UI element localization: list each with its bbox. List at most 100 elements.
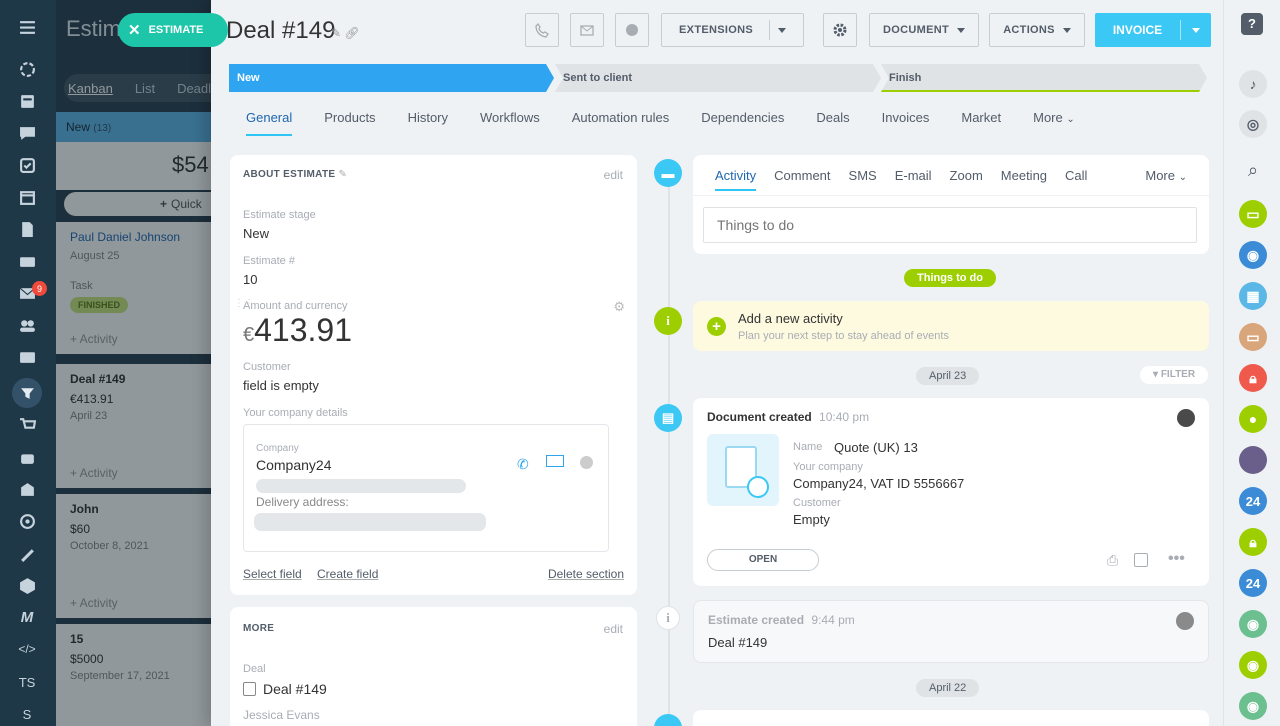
filter-button[interactable]: ▾ FILTER bbox=[1140, 366, 1209, 384]
open-button[interactable]: OPEN bbox=[707, 549, 819, 571]
tab-invoices[interactable]: Invoices bbox=[882, 110, 930, 125]
edit-link[interactable]: edit bbox=[604, 622, 623, 636]
tab-products[interactable]: Products bbox=[324, 110, 375, 125]
print-icon[interactable]: ⎙ bbox=[1107, 552, 1118, 569]
create-field-link[interactable]: Create field bbox=[317, 567, 378, 581]
document-button[interactable]: DOCUMENT bbox=[869, 13, 979, 47]
customer-value[interactable]: field is empty bbox=[243, 378, 319, 393]
cart-icon[interactable] bbox=[16, 414, 38, 436]
add-activity-card[interactable]: + Add a new activity Plan your next step… bbox=[693, 301, 1209, 351]
checkbox-icon[interactable] bbox=[16, 154, 38, 176]
note-icon[interactable] bbox=[1134, 553, 1148, 567]
code-icon[interactable]: </> bbox=[16, 638, 38, 660]
tab-meeting[interactable]: Meeting bbox=[1001, 168, 1047, 191]
tab-deals[interactable]: Deals bbox=[816, 110, 849, 125]
settings-button[interactable] bbox=[823, 13, 857, 47]
extensions-button[interactable]: EXTENSIONS bbox=[661, 13, 804, 47]
contacts-icon[interactable] bbox=[16, 314, 38, 336]
tab-email[interactable]: E-mail bbox=[895, 168, 932, 191]
s-item[interactable]: S bbox=[16, 703, 38, 725]
mail-icon[interactable] bbox=[546, 455, 564, 467]
contact-card-icon[interactable]: ▭ bbox=[1239, 200, 1267, 228]
bitrix24-icon[interactable]: 24 bbox=[1239, 487, 1267, 515]
tab-sms[interactable]: SMS bbox=[849, 168, 877, 191]
document-icon[interactable] bbox=[16, 218, 38, 240]
crm-funnel-icon[interactable] bbox=[12, 378, 42, 408]
feed-icon[interactable] bbox=[16, 58, 38, 80]
pencil-icon[interactable]: ✎ bbox=[338, 169, 347, 180]
stage-sent-to-client[interactable]: Sent to client bbox=[555, 64, 881, 92]
phone-button[interactable] bbox=[525, 13, 559, 47]
avatar[interactable] bbox=[1239, 446, 1267, 474]
store-icon[interactable] bbox=[16, 478, 38, 500]
chevron-down-icon[interactable] bbox=[1181, 27, 1211, 33]
lock-icon[interactable]: 🔒︎ bbox=[1239, 364, 1267, 392]
tab-workflows[interactable]: Workflows bbox=[480, 110, 540, 125]
avatar[interactable] bbox=[1177, 409, 1195, 427]
deal-link[interactable]: Deal #149 bbox=[243, 681, 327, 697]
person-name[interactable]: Jessica Evans bbox=[243, 708, 320, 722]
tasks-icon[interactable] bbox=[16, 90, 38, 112]
document-preview-icon[interactable] bbox=[707, 434, 779, 506]
bitrix24-icon[interactable]: 24 bbox=[1239, 569, 1267, 597]
bell-icon[interactable]: ♪ bbox=[1239, 70, 1267, 98]
gear-icon[interactable]: ⚙ bbox=[613, 299, 625, 315]
edit-link[interactable]: edit bbox=[604, 168, 623, 182]
tab-general[interactable]: General bbox=[246, 110, 293, 136]
link-icon[interactable]: 🔗︎ bbox=[344, 26, 359, 40]
invoice-button[interactable]: INVOICE bbox=[1095, 13, 1211, 47]
lock-icon[interactable]: 🔒︎ bbox=[1239, 528, 1267, 556]
actions-button[interactable]: ACTIONS bbox=[989, 13, 1085, 47]
select-field-link[interactable]: Select field bbox=[243, 567, 302, 581]
calendar-icon[interactable]: ▦ bbox=[1239, 282, 1267, 310]
user-icon[interactable]: ● bbox=[1239, 405, 1267, 433]
tab-more[interactable]: More ⌄ bbox=[1033, 110, 1075, 125]
id-card-icon[interactable] bbox=[16, 346, 38, 368]
box-icon[interactable] bbox=[16, 574, 38, 596]
stage-finish[interactable]: Finish bbox=[881, 64, 1207, 92]
estimate-close-button[interactable]: ✕ ESTIMATE bbox=[118, 13, 228, 47]
group-icon[interactable]: ◉ bbox=[1239, 610, 1267, 638]
help-icon[interactable]: ? bbox=[1241, 13, 1263, 35]
chat-button[interactable] bbox=[615, 13, 649, 47]
tab-activity[interactable]: Activity bbox=[715, 168, 757, 191]
things-to-do-input[interactable] bbox=[703, 207, 1197, 243]
pencil-icon[interactable]: ✎ bbox=[331, 26, 341, 40]
amount-value[interactable]: €413.91 bbox=[243, 312, 352, 349]
plus-circle-icon[interactable]: + bbox=[707, 317, 726, 336]
tab-history[interactable]: History bbox=[408, 110, 448, 125]
id-card-icon[interactable]: ▭ bbox=[1239, 323, 1267, 351]
phone-icon[interactable]: ✆ bbox=[517, 456, 529, 473]
tab-automation-rules[interactable]: Automation rules bbox=[572, 110, 670, 125]
more-icon[interactable]: ••• bbox=[1168, 550, 1185, 568]
company-name[interactable]: Company24 bbox=[256, 457, 332, 473]
tab-dependencies[interactable]: Dependencies bbox=[701, 110, 784, 125]
group-icon[interactable]: ◉ bbox=[1239, 651, 1267, 679]
chat-icon[interactable] bbox=[16, 122, 38, 144]
avatar[interactable] bbox=[1176, 612, 1194, 630]
estimate-number-value[interactable]: 10 bbox=[243, 272, 257, 287]
stage-new[interactable]: New bbox=[229, 64, 554, 92]
m-logo-icon[interactable]: M bbox=[16, 606, 38, 628]
chat-icon[interactable] bbox=[580, 456, 593, 469]
menu-icon[interactable] bbox=[16, 16, 38, 38]
tab-zoom[interactable]: Zoom bbox=[950, 168, 983, 191]
email-button[interactable] bbox=[570, 13, 604, 47]
delete-section-link[interactable]: Delete section bbox=[548, 567, 624, 581]
deal-link[interactable]: Deal #149 bbox=[708, 635, 767, 650]
drive-icon[interactable] bbox=[16, 250, 38, 272]
tab-market[interactable]: Market bbox=[961, 110, 1001, 125]
robot-icon[interactable] bbox=[16, 446, 38, 468]
estimate-stage-value[interactable]: New bbox=[243, 226, 269, 241]
more-tab[interactable]: More ⌄ bbox=[1145, 168, 1187, 183]
sign-icon[interactable] bbox=[16, 542, 38, 564]
ts-item[interactable]: TS bbox=[16, 671, 38, 693]
chat-icon[interactable]: ◎ bbox=[1239, 110, 1267, 138]
group-icon[interactable]: ◉ bbox=[1239, 241, 1267, 269]
tab-comment[interactable]: Comment bbox=[774, 168, 830, 191]
calendar-icon[interactable] bbox=[16, 186, 38, 208]
tab-call[interactable]: Call bbox=[1065, 168, 1087, 191]
target-icon[interactable] bbox=[16, 510, 38, 532]
group-icon[interactable]: ◉ bbox=[1239, 692, 1267, 720]
search-icon[interactable]: ⌕ bbox=[1239, 156, 1267, 184]
